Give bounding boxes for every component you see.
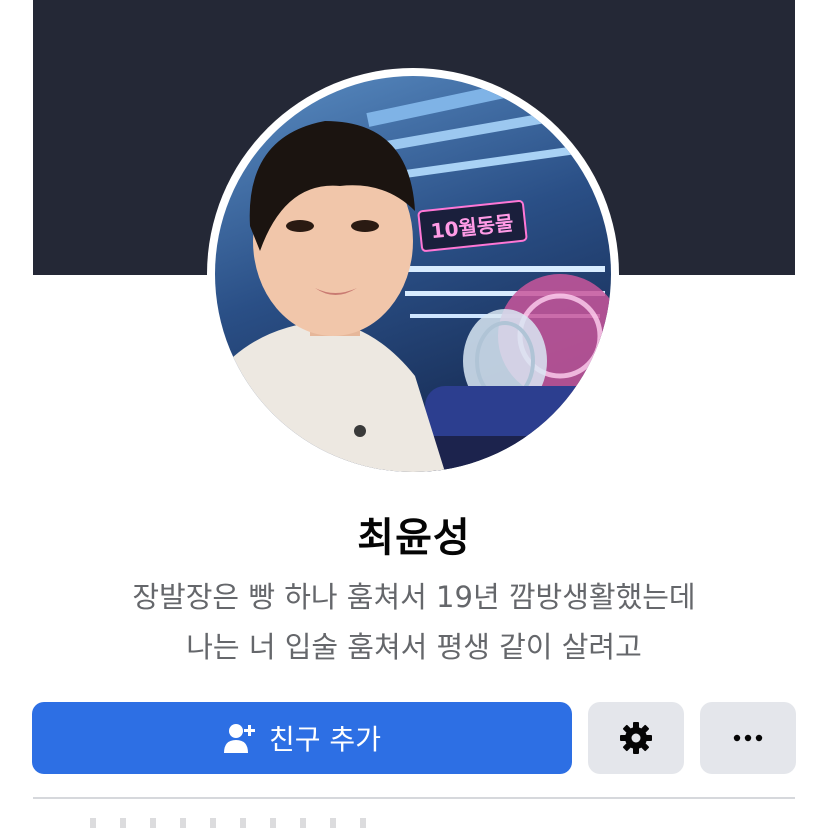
bio-line: 장발장은 빵 하나 훔쳐서 19년 깜방생활했는데 bbox=[132, 580, 696, 614]
profile-avatar[interactable]: 10월동물 bbox=[215, 76, 611, 472]
cut-off-content bbox=[90, 818, 390, 828]
add-friend-button[interactable]: 친구 추가 bbox=[32, 702, 572, 774]
bio-line: 나는 너 입술 훔쳐서 평생 같이 살려고 bbox=[186, 630, 642, 664]
profile-bio: 장발장은 빵 하나 훔쳐서 19년 깜방생활했는데 나는 너 입술 훔쳐서 평생… bbox=[0, 572, 828, 672]
more-options-button[interactable] bbox=[700, 702, 796, 774]
add-friend-label: 친구 추가 bbox=[269, 723, 381, 756]
section-divider bbox=[33, 797, 795, 799]
more-dots-icon bbox=[733, 734, 763, 742]
profile-name: 최윤성 bbox=[357, 515, 471, 561]
add-person-icon bbox=[223, 722, 257, 754]
neon-sign: 10월동물 bbox=[417, 199, 528, 252]
settings-button[interactable] bbox=[588, 702, 684, 774]
avatar-photo: 10월동물 bbox=[215, 76, 611, 472]
gear-icon bbox=[619, 721, 653, 755]
